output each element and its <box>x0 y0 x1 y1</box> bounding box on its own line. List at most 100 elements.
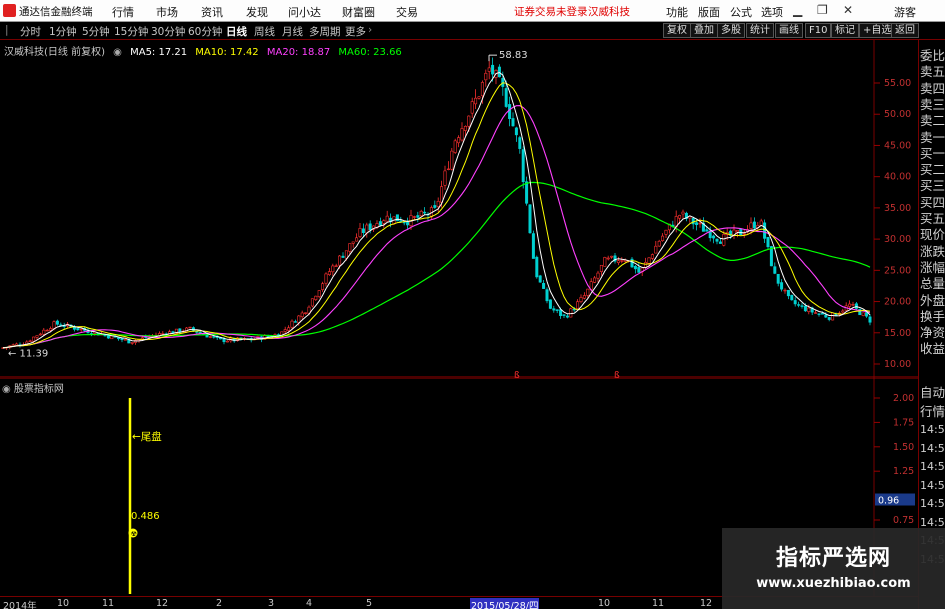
period-tab-more[interactable]: 更多 <box>345 24 366 39</box>
period-tab-weekly[interactable]: 周线 <box>254 24 275 39</box>
chevron-left-icon[interactable]: | <box>5 24 9 36</box>
mark-button[interactable]: 标记 <box>831 23 859 38</box>
candle-body <box>790 294 794 301</box>
adjust-button[interactable]: 复权 <box>663 23 691 38</box>
quote-field-label: 买一 <box>920 145 945 161</box>
menu-market[interactable]: 市场 <box>156 4 178 20</box>
candle-body <box>351 241 355 244</box>
candlesticks <box>1 57 872 350</box>
app-logo-icon <box>3 4 16 17</box>
quote-field-label: 委比 <box>920 48 945 63</box>
price-tick-label: 35.00 <box>884 203 911 214</box>
period-tab-1min[interactable]: 1分钟 <box>49 24 77 39</box>
split-marker-icon: ß <box>514 371 520 378</box>
candle-body <box>681 211 685 215</box>
candle-body <box>735 230 739 233</box>
candle-body <box>739 229 743 236</box>
menu-options[interactable]: 选项 <box>761 4 783 20</box>
indicator-body: ←尾盘 0.486 ☢ <box>128 398 162 594</box>
menu-news[interactable]: 资讯 <box>201 4 223 20</box>
candle-body <box>542 283 546 289</box>
candle-body <box>324 273 328 284</box>
overlay-button[interactable]: 叠加 <box>690 23 718 38</box>
restore-icon[interactable]: ❐ <box>817 3 828 17</box>
moving-averages <box>2 71 871 349</box>
menu-discover[interactable]: 发现 <box>246 4 268 20</box>
candlestick-chart[interactable]: 55.00 50.00 45.00 40.00 35.00 30.00 25.00 20.00… <box>0 40 918 378</box>
candle-body <box>341 255 345 258</box>
candle-body <box>446 168 450 171</box>
ind-tick-label: 1.25 <box>893 466 914 477</box>
menu-formula[interactable]: 公式 <box>730 4 752 20</box>
candle-body <box>419 210 423 217</box>
chevron-right-icon[interactable]: › <box>368 24 372 36</box>
menu-market-quotes[interactable]: 行情 <box>112 4 134 20</box>
candle-body <box>800 305 804 307</box>
candle-body <box>854 303 858 309</box>
multi-stock-button[interactable]: 多股 <box>717 23 745 38</box>
candle-body <box>766 237 770 248</box>
candle-body <box>453 140 457 153</box>
menu-wealth-circle[interactable]: 财富圈 <box>342 4 375 20</box>
f10-button[interactable]: F10 <box>805 23 832 38</box>
candle-body <box>293 321 297 323</box>
period-tab-30min[interactable]: 30分钟 <box>151 24 185 39</box>
candle-body <box>120 338 124 341</box>
candle-body <box>79 328 83 331</box>
guest-user[interactable]: 游客 <box>894 4 916 20</box>
draw-line-button[interactable]: 画线 <box>775 23 803 38</box>
ma60-value: MA60: 23.66 <box>338 47 402 58</box>
statistics-button[interactable]: 统计 <box>746 23 774 38</box>
indicator-settings-icon[interactable]: ◉ <box>2 384 11 395</box>
candle-body <box>569 308 573 318</box>
signal-value-label: 0.486 <box>131 511 160 522</box>
minimize-icon[interactable]: ▁ <box>793 3 802 17</box>
chart-markers: 58.83 ← 11.39 ß ß <box>8 50 620 378</box>
candle-body <box>103 334 107 337</box>
candle-body <box>290 320 294 328</box>
add-favorite-button[interactable]: +自选 <box>859 23 896 38</box>
close-icon[interactable]: ✕ <box>843 3 853 17</box>
candle-body <box>477 96 481 99</box>
candle-body <box>759 220 763 226</box>
candle-body <box>647 257 651 264</box>
candle-body <box>562 314 566 316</box>
candle-body <box>457 137 461 144</box>
period-tab-monthly[interactable]: 月线 <box>282 24 303 39</box>
quote-field-label: 净资 <box>920 325 945 341</box>
app-title: 通达信金融终端 <box>19 6 93 18</box>
candle-body <box>334 265 338 267</box>
ma20-line <box>2 105 871 349</box>
period-tab-intraday[interactable]: 分时 <box>20 24 41 39</box>
candle-body <box>535 256 539 278</box>
candle-body <box>463 126 467 131</box>
settings-icon[interactable]: ◉ <box>113 47 122 58</box>
menu-ask-xiaoda[interactable]: 问小达 <box>288 4 321 20</box>
back-button[interactable]: 返回 <box>891 23 919 38</box>
low-price-label: ← 11.39 <box>8 349 48 360</box>
period-tab-daily[interactable]: 日线 <box>226 24 247 39</box>
menu-functions[interactable]: 功能 <box>666 4 688 20</box>
candle-body <box>450 150 454 170</box>
period-tab-5min[interactable]: 5分钟 <box>82 24 110 39</box>
candle-body <box>368 223 372 231</box>
price-tick-label: 55.00 <box>884 78 911 89</box>
menu-layout[interactable]: 版面 <box>698 4 720 20</box>
auto-quote-toggle[interactable]: 行情 <box>920 404 945 419</box>
candle-body <box>565 315 569 318</box>
auto-quote-toggle[interactable]: 自动 <box>920 385 945 400</box>
candle-body <box>817 313 821 315</box>
candle-body <box>487 67 491 72</box>
quote-field-label: 总量 <box>920 276 945 292</box>
split-marker-icon: ß <box>614 371 620 378</box>
period-tab-multi[interactable]: 多周期 <box>309 24 341 39</box>
period-tab-15min[interactable]: 15分钟 <box>114 24 148 39</box>
candle-body <box>593 277 597 283</box>
candle-body <box>378 221 382 226</box>
period-tab-60min[interactable]: 60分钟 <box>188 24 222 39</box>
login-status[interactable]: 证券交易未登录 <box>514 4 588 19</box>
candle-body <box>650 254 654 259</box>
menu-trade[interactable]: 交易 <box>396 4 418 20</box>
candle-body <box>654 245 658 254</box>
candle-body <box>705 229 709 232</box>
